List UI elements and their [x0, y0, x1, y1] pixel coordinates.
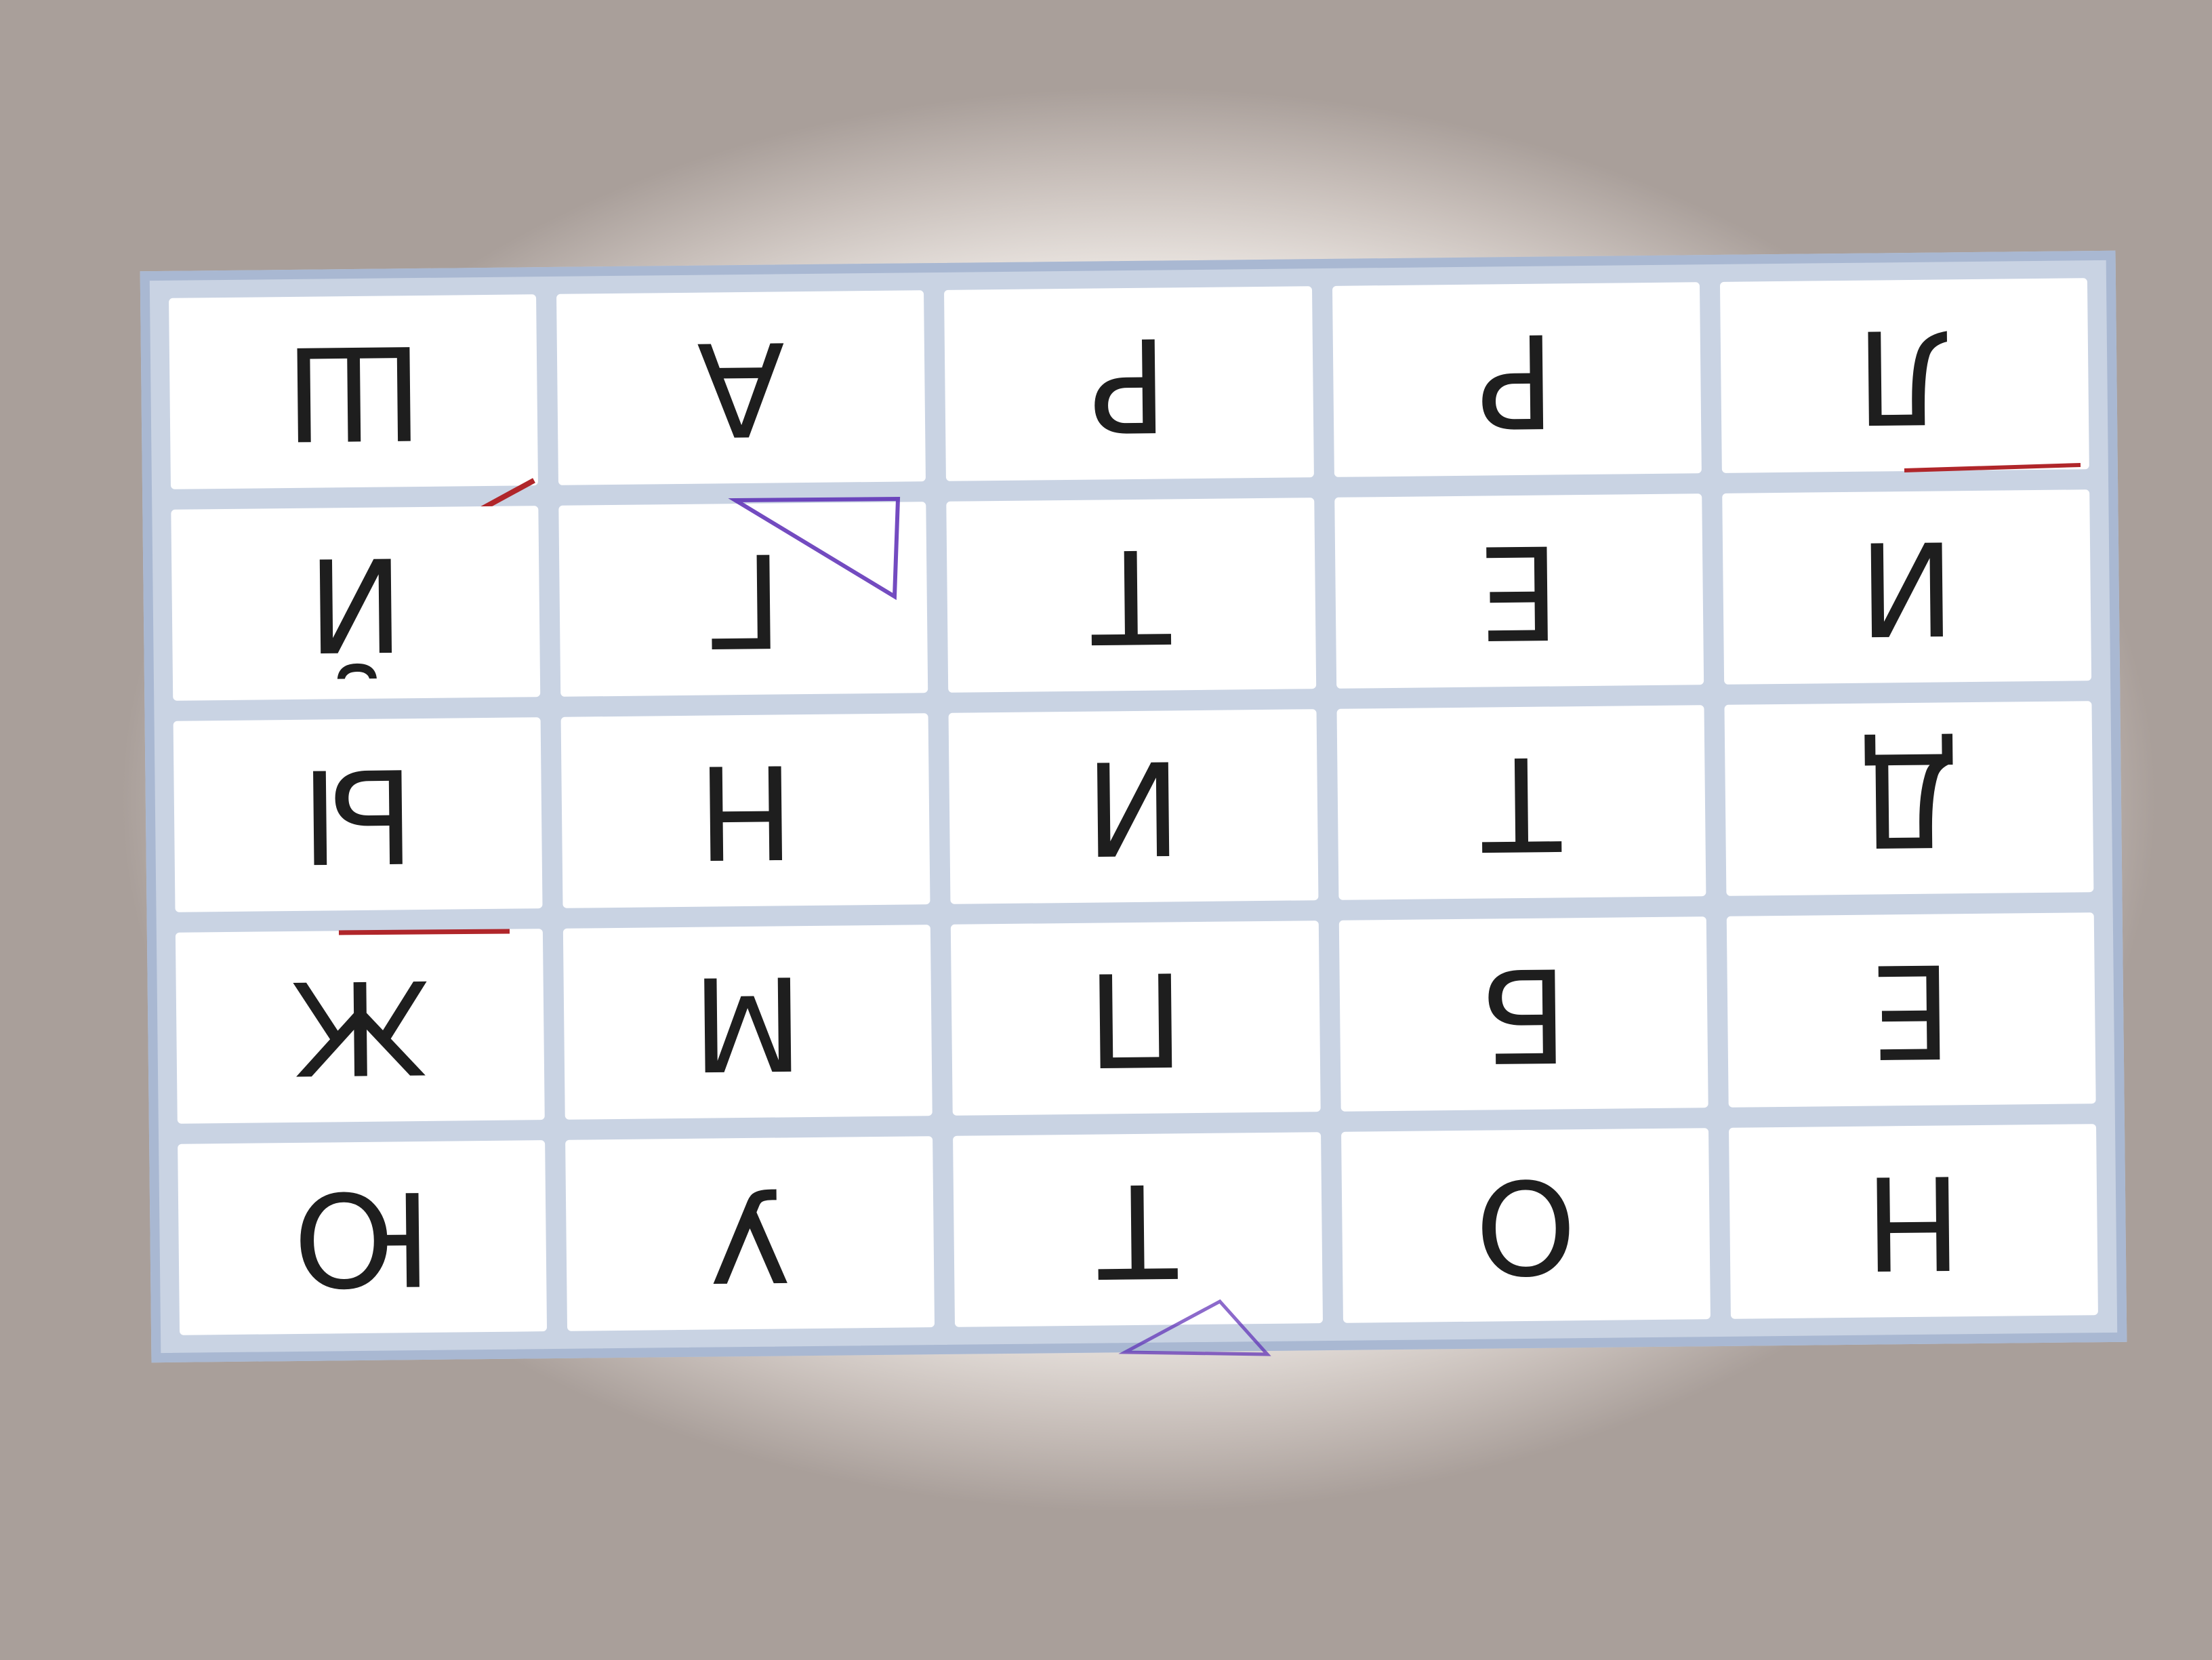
cell-letter: Б	[1478, 939, 1569, 1090]
grid-cell[interactable]: Г	[558, 502, 928, 697]
cell-letter: Т	[1481, 727, 1561, 878]
cell-letter: Н	[1864, 1146, 1963, 1297]
cell-letter: М	[691, 947, 804, 1098]
grid-cell[interactable]: Ш	[169, 294, 539, 489]
cell-letter: Е	[1869, 935, 1953, 1086]
cell-letter: Н	[696, 735, 795, 887]
cell-letter: И	[1858, 512, 1956, 663]
cell-letter: Ш	[283, 316, 424, 468]
cell-letter: И	[1084, 731, 1183, 883]
grid-cell[interactable]: А	[556, 290, 926, 485]
letter-grid: Ш А Р Р Л Й Г Т Е И Ы Н И Т Д Ж М П Б Е …	[140, 250, 2127, 1363]
cell-letter: Т	[1097, 1154, 1179, 1305]
grid-cell[interactable]: Л	[1719, 278, 2089, 473]
cell-letter: Л	[1855, 300, 1954, 451]
grid-cell[interactable]: И	[1722, 489, 2092, 685]
cell-letter: Д	[1858, 723, 1961, 874]
grid-cell[interactable]: О	[1340, 1128, 1711, 1323]
grid-cell[interactable]: Р	[944, 286, 1314, 481]
grid-cell[interactable]: Д	[1724, 701, 2094, 896]
grid-cell[interactable]: И	[948, 709, 1319, 904]
cell-letter: Е	[1477, 516, 1561, 667]
grid-cell[interactable]: Ю	[178, 1140, 548, 1335]
grid-cell[interactable]: Б	[1338, 916, 1708, 1112]
grid-cell[interactable]: М	[563, 925, 933, 1120]
cell-letter: У	[710, 1158, 790, 1310]
cell-letter: Г	[703, 524, 784, 675]
cell-letter: Й	[306, 528, 405, 679]
grid-cell[interactable]: У	[565, 1136, 935, 1331]
cell-letter: Р	[1477, 304, 1557, 456]
grid-cell[interactable]: Т	[1336, 705, 1706, 900]
grid-cell[interactable]: Т	[953, 1132, 1323, 1327]
grid-cell[interactable]: Н	[560, 713, 930, 908]
grid-cell[interactable]: Е	[1726, 912, 2096, 1108]
grid-cell[interactable]: Е	[1334, 493, 1704, 689]
grid-cell[interactable]: П	[951, 920, 1321, 1116]
cell-letter: П	[1086, 943, 1185, 1094]
cell-letter: Р	[1089, 308, 1169, 460]
cell-letter: Ы	[300, 740, 416, 891]
cell-letter: Ж	[289, 950, 430, 1103]
grid-cell[interactable]: Ы	[173, 717, 543, 912]
grid-cell[interactable]: Н	[1728, 1124, 2098, 1319]
grid-cell[interactable]: Т	[946, 498, 1316, 693]
grid-cell[interactable]: Р	[1332, 282, 1702, 477]
grid-cell[interactable]: Й	[171, 506, 541, 701]
cell-letter: Т	[1091, 520, 1172, 671]
grid-cell[interactable]: Ж	[175, 929, 545, 1124]
cell-letter: А	[696, 312, 786, 464]
cell-letter: О	[1474, 1150, 1578, 1301]
cell-letter: Ю	[291, 1162, 433, 1314]
